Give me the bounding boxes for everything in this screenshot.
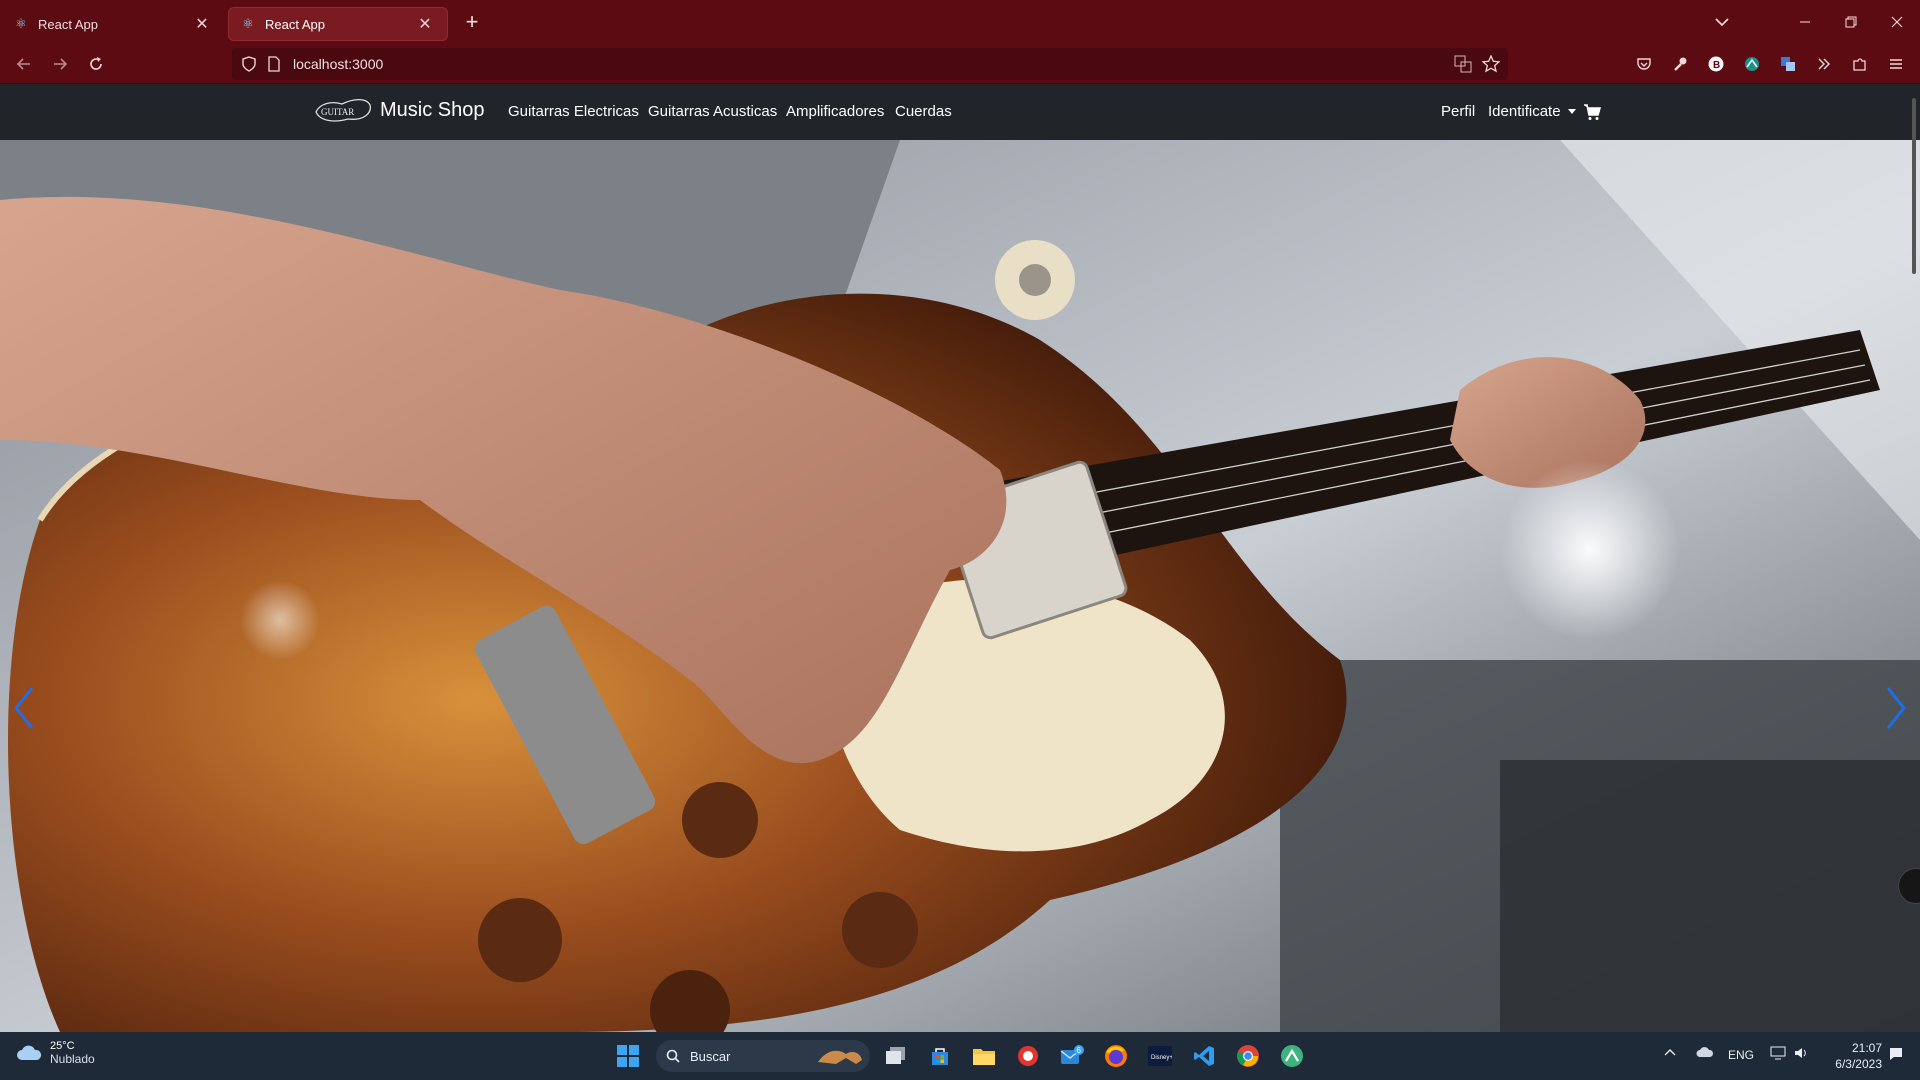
translator-extension-icon[interactable]: [1774, 50, 1802, 78]
carousel-prev-arrow-icon[interactable]: [4, 678, 44, 738]
task-view-icon[interactable]: [882, 1042, 910, 1070]
wrench-extension-icon[interactable]: [1666, 50, 1694, 78]
vpn-extension-icon[interactable]: [1738, 50, 1766, 78]
close-tab-icon[interactable]: ✕: [192, 14, 212, 34]
carousel: [0, 140, 1920, 1032]
list-all-tabs-icon[interactable]: [1710, 10, 1734, 34]
site-navbar: GUITAR Music Shop Guitarras Electricas G…: [0, 84, 1920, 140]
close-window-icon[interactable]: [1874, 0, 1920, 44]
weather-condition: Nublado: [50, 1052, 95, 1066]
system-clock[interactable]: 21:07 6/3/2023: [1820, 1040, 1882, 1072]
nav-link-strings[interactable]: Cuerdas: [895, 103, 952, 120]
nav-link-amplifiers[interactable]: Amplificadores: [786, 103, 884, 120]
tracking-protection-shield-icon[interactable]: [242, 56, 256, 77]
caret-down-icon: [1567, 109, 1576, 115]
web-page: GUITAR Music Shop Guitarras Electricas G…: [0, 84, 1920, 1032]
browser-tab[interactable]: ⚛ React App ✕: [2, 7, 224, 41]
language-indicator[interactable]: ENG: [1728, 1048, 1754, 1062]
network-icon[interactable]: [1770, 1046, 1786, 1063]
firefox-icon[interactable]: [1102, 1042, 1130, 1070]
clock-time: 21:07: [1851, 1041, 1882, 1055]
weather-temperature: 25°C: [50, 1040, 75, 1052]
windows-taskbar: 25°C Nublado Buscar 6 Disney+ ENG 21:07 …: [0, 1032, 1920, 1080]
page-scrollbar[interactable]: [1912, 98, 1916, 274]
app-red-icon[interactable]: [1014, 1042, 1042, 1070]
brand-link[interactable]: GUITAR Music Shop: [314, 95, 485, 125]
translate-page-icon[interactable]: [1454, 55, 1472, 78]
login-dropdown-label: Identificate: [1488, 103, 1561, 120]
minimize-window-icon[interactable]: [1782, 0, 1828, 44]
mail-badge-count: 6: [1077, 1046, 1082, 1055]
mail-app-icon[interactable]: 6: [1058, 1042, 1086, 1070]
more-tools-chevron-icon[interactable]: [1810, 50, 1838, 78]
vscode-icon[interactable]: [1190, 1042, 1218, 1070]
onedrive-icon[interactable]: [1696, 1046, 1714, 1061]
cloud-icon: [17, 1045, 42, 1060]
nav-link-profile[interactable]: Perfil: [1441, 103, 1475, 120]
svg-text:Disney+: Disney+: [1151, 1055, 1172, 1061]
guitar-logo-icon: GUITAR: [315, 98, 371, 122]
nav-link-electric-guitars[interactable]: Guitarras Electricas: [508, 103, 639, 120]
nav-link-acoustic-guitars[interactable]: Guitarras Acusticas: [648, 103, 777, 120]
taskbar-search[interactable]: Buscar: [656, 1040, 870, 1072]
search-label: Buscar: [690, 1048, 731, 1064]
app-green-icon[interactable]: [1278, 1042, 1306, 1070]
browser-tab-strip: ⚛ React App ✕ ⚛ React App ✕ +: [0, 0, 1920, 44]
search-icon: [666, 1049, 680, 1063]
bookmark-star-icon[interactable]: [1481, 54, 1501, 78]
restore-window-icon[interactable]: [1828, 0, 1874, 44]
carousel-next-arrow-icon[interactable]: [1876, 678, 1916, 738]
browser-toolbar: localhost:3000 B: [0, 44, 1920, 84]
extensions-puzzle-icon[interactable]: [1846, 50, 1874, 78]
show-hidden-icons-chevron-icon[interactable]: [1664, 1046, 1676, 1060]
react-favicon-icon: ⚛: [242, 16, 254, 31]
svg-text:B: B: [1713, 60, 1720, 71]
shopping-cart-icon[interactable]: [1583, 103, 1601, 121]
tab-title: React App: [38, 16, 98, 32]
search-highlight-icon: [818, 1050, 862, 1064]
notification-center-icon[interactable]: [1888, 1046, 1904, 1065]
new-tab-button[interactable]: +: [456, 6, 488, 38]
brand-name: Music Shop: [380, 98, 485, 121]
reload-icon[interactable]: [82, 50, 110, 78]
close-tab-icon[interactable]: ✕: [415, 14, 435, 34]
volume-icon[interactable]: [1794, 1046, 1810, 1063]
carousel-slide-image: [0, 140, 1920, 1032]
hamburger-menu-icon[interactable]: [1882, 50, 1910, 78]
clock-date: 6/3/2023: [1835, 1057, 1882, 1071]
disney-plus-icon[interactable]: Disney+: [1146, 1042, 1174, 1070]
tab-title: React App: [265, 16, 325, 32]
url-text: localhost:3000: [293, 56, 384, 72]
chrome-icon[interactable]: [1234, 1042, 1262, 1070]
bitwarden-extension-icon[interactable]: B: [1702, 50, 1730, 78]
page-info-icon[interactable]: [268, 56, 280, 77]
login-dropdown-toggle[interactable]: Identificate: [1488, 103, 1576, 120]
back-arrow-icon[interactable]: [10, 50, 38, 78]
weather-widget[interactable]: 25°C Nublado: [16, 1040, 95, 1066]
svg-text:GUITAR: GUITAR: [321, 107, 354, 117]
file-explorer-icon[interactable]: [970, 1042, 998, 1070]
pocket-icon[interactable]: [1630, 50, 1658, 78]
browser-tab-active[interactable]: ⚛ React App ✕: [228, 7, 448, 41]
address-bar[interactable]: localhost:3000: [232, 48, 1508, 80]
windows-start-icon[interactable]: [614, 1042, 642, 1070]
react-favicon-icon: ⚛: [15, 16, 27, 31]
forward-arrow-icon[interactable]: [46, 50, 74, 78]
microsoft-store-icon[interactable]: [926, 1042, 954, 1070]
